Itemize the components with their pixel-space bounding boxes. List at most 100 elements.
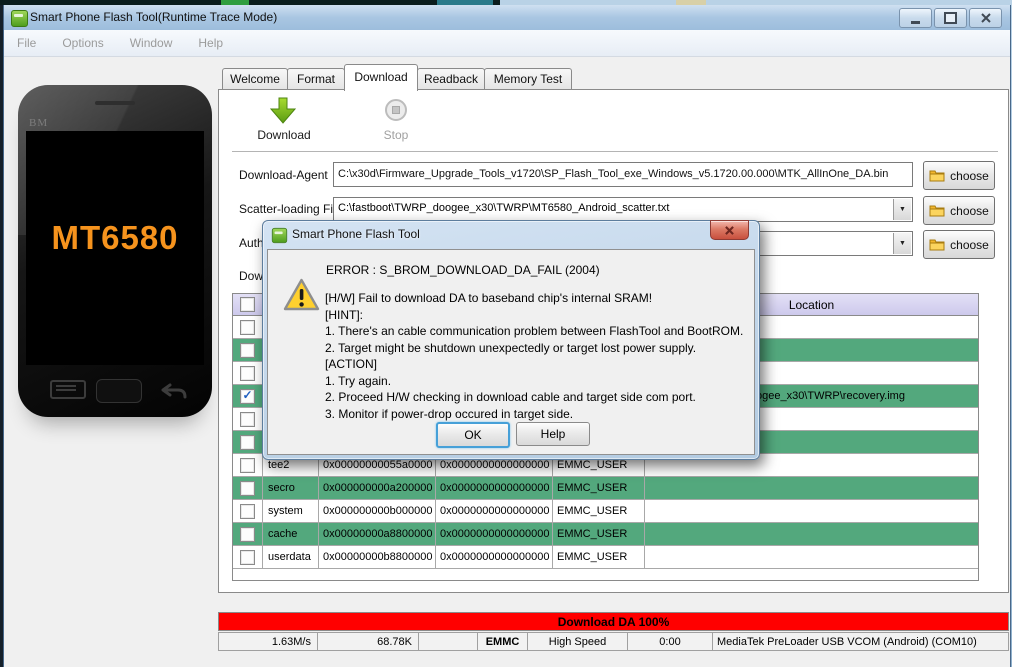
- checkbox-cell: [233, 523, 263, 545]
- menu-options[interactable]: Options: [49, 30, 116, 56]
- status-bytes: 68.78K: [318, 632, 419, 651]
- partition-checkbox[interactable]: [240, 319, 255, 335]
- window-title: Smart Phone Flash Tool(Runtime Trace Mod…: [30, 10, 278, 24]
- dialog-close-button[interactable]: [710, 220, 749, 240]
- phone-screen: MT6580: [26, 131, 204, 365]
- auth-dropdown-button[interactable]: ▼: [893, 233, 911, 254]
- minimize-icon: [911, 20, 920, 24]
- region-cell: EMMC_USER: [553, 546, 645, 568]
- partition-checkbox[interactable]: [240, 526, 255, 542]
- app-icon: [11, 10, 28, 27]
- location-cell: [645, 523, 978, 545]
- menu-help[interactable]: Help: [185, 30, 236, 56]
- menu-file[interactable]: File: [4, 30, 49, 56]
- status-com-port: MediaTek PreLoader USB VCOM (Android) (C…: [713, 632, 1009, 651]
- partition-checkbox[interactable]: [240, 342, 255, 358]
- tab-download[interactable]: Download: [344, 64, 418, 91]
- partition-checkbox[interactable]: [240, 457, 255, 473]
- scatter-choose-button[interactable]: choose: [923, 196, 995, 225]
- status-usb-mode: High Speed: [528, 632, 628, 651]
- stop-button[interactable]: Stop: [366, 128, 426, 142]
- partition-checkbox[interactable]: [240, 411, 255, 427]
- status-elapsed-time: 0:00: [628, 632, 713, 651]
- status-storage: EMMC: [478, 632, 528, 651]
- chevron-down-icon: ▼: [899, 206, 906, 213]
- folder-icon: [929, 239, 945, 251]
- status-spare: [419, 632, 478, 651]
- checkbox-cell: [233, 408, 263, 430]
- scatter-dropdown-button[interactable]: ▼: [893, 199, 911, 220]
- partition-name-cell: userdata: [263, 546, 319, 568]
- scatter-file-combobox[interactable]: C:\fastboot\TWRP_doogee_x30\TWRP\MT6580_…: [333, 197, 913, 222]
- partition-checkbox[interactable]: [240, 480, 255, 496]
- download-button[interactable]: Download: [251, 128, 317, 142]
- phone-speaker: [95, 101, 135, 105]
- tab-format[interactable]: Format: [287, 68, 345, 90]
- scatter-file-value: C:\fastboot\TWRP_doogee_x30\TWRP\MT6580_…: [338, 202, 670, 214]
- help-button[interactable]: Help: [516, 422, 590, 446]
- tab-memory-test[interactable]: Memory Test: [484, 68, 572, 90]
- minimize-button[interactable]: [899, 8, 932, 28]
- partition-checkbox[interactable]: [240, 388, 255, 404]
- region-cell: EMMC_USER: [553, 477, 645, 499]
- dialog-message-line: [HINT]:: [325, 307, 363, 322]
- close-icon: [980, 13, 991, 23]
- download-mode-dropdown[interactable]: Dow: [239, 269, 263, 283]
- download-agent-choose-button[interactable]: choose: [923, 161, 995, 190]
- location-cell: [645, 500, 978, 522]
- checkbox-cell: [233, 546, 263, 568]
- checkbox-cell: [233, 431, 263, 453]
- title-bar: Smart Phone Flash Tool(Runtime Trace Mod…: [4, 5, 1010, 31]
- progress-label: Download DA 100%: [557, 614, 670, 629]
- warning-icon: [283, 278, 320, 311]
- menu-window[interactable]: Window: [117, 30, 186, 56]
- dialog-message-line: 2. Proceed H/W checking in download cabl…: [325, 390, 696, 404]
- dialog-message-line: 1. Try again.: [325, 373, 392, 388]
- close-icon: [725, 225, 734, 235]
- auth-choose-button[interactable]: choose: [923, 230, 995, 259]
- folder-icon: [929, 205, 945, 217]
- phone-chipset-label: MT6580: [51, 219, 179, 256]
- table-row[interactable]: secro 0x000000000a200000 0x000000000000000…: [233, 477, 978, 500]
- download-agent-label: Download-Agent: [239, 168, 328, 182]
- checkbox-cell: [233, 454, 263, 476]
- toolbar-separator: [232, 151, 998, 152]
- begin-address-cell: 0x00000000b8800000: [319, 546, 436, 568]
- partition-checkbox[interactable]: [240, 365, 255, 381]
- partition-checkbox[interactable]: [240, 503, 255, 519]
- location-cell: [645, 477, 978, 499]
- partition-checkbox[interactable]: [240, 434, 255, 450]
- download-arrow-icon: [270, 97, 296, 124]
- phone-back-icon: [161, 383, 187, 399]
- scatter-file-label: Scatter-loading File: [239, 202, 343, 216]
- maximize-button[interactable]: [934, 8, 967, 28]
- end-address-cell: 0x0000000000000000: [436, 523, 553, 545]
- end-address-cell: 0x0000000000000000: [436, 500, 553, 522]
- table-row[interactable]: system 0x000000000b000000 0x00000000000000…: [233, 500, 978, 523]
- download-agent-input[interactable]: C:\x30d\Firmware_Upgrade_Tools_v1720\SP_…: [333, 162, 913, 187]
- close-button[interactable]: [969, 8, 1002, 28]
- region-cell: EMMC_USER: [553, 523, 645, 545]
- partition-name-cell: secro: [263, 477, 319, 499]
- dialog-message-line: 2. Target might be shutdown unexpectedly…: [325, 340, 697, 355]
- tab-readback[interactable]: Readback: [417, 68, 485, 90]
- location-cell: [645, 546, 978, 568]
- phone-home-icon: [96, 379, 142, 403]
- dialog-message: [H/W] Fail to download DA to baseband ch…: [325, 290, 748, 422]
- region-cell: EMMC_USER: [553, 500, 645, 522]
- ok-button[interactable]: OK: [436, 422, 510, 448]
- stop-icon: [385, 99, 407, 121]
- select-all-cell: [233, 294, 263, 315]
- phone-brand-label: BM: [29, 117, 49, 129]
- menu-bar: File Options Window Help: [4, 30, 1010, 57]
- dialog-message-line: 1. There's an cable communication proble…: [325, 324, 744, 338]
- table-row[interactable]: cache 0x00000000a8800000 0x000000000000000…: [233, 523, 978, 546]
- tab-welcome[interactable]: Welcome: [222, 68, 288, 90]
- checkbox-cell: [233, 500, 263, 522]
- dialog-message-line: [ACTION]: [325, 357, 378, 371]
- chevron-down-icon: ▼: [899, 240, 906, 247]
- partition-checkbox[interactable]: [240, 549, 255, 565]
- select-all-checkbox[interactable]: [240, 297, 255, 312]
- table-row[interactable]: userdata 0x00000000b8800000 0x000000000000…: [233, 546, 978, 569]
- checkbox-cell: [233, 339, 263, 361]
